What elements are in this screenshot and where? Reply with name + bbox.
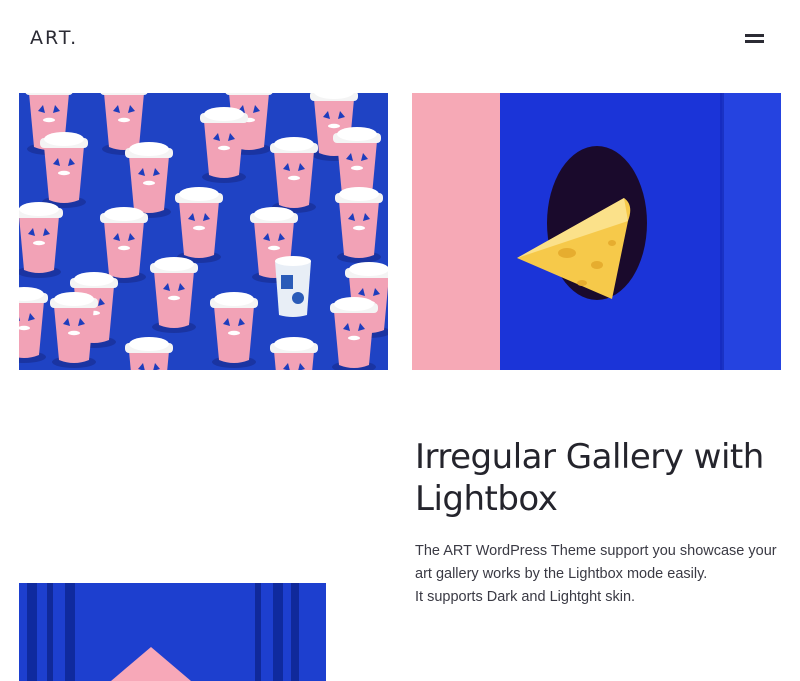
description-line-2: It supports Dark and Lightght skin. bbox=[415, 589, 636, 605]
section-description: The ART WordPress Theme support you show… bbox=[415, 540, 785, 609]
gallery-image-blue-panels[interactable] bbox=[19, 583, 326, 681]
site-logo[interactable]: ART. bbox=[30, 27, 78, 49]
blue-panels-image bbox=[19, 583, 326, 681]
cheese-image bbox=[412, 93, 781, 370]
gallery-image-coffee-cups[interactable] bbox=[19, 93, 388, 370]
gallery-image-cheese[interactable] bbox=[412, 93, 781, 370]
menu-line-top bbox=[745, 34, 764, 37]
menu-line-bottom bbox=[745, 40, 764, 43]
hamburger-menu-icon[interactable] bbox=[742, 30, 768, 46]
section-title: Irregular Gallery with Lightbox bbox=[415, 437, 764, 519]
description-line-1: The ART WordPress Theme support you show… bbox=[415, 543, 777, 582]
coffee-cups-image bbox=[19, 93, 388, 370]
